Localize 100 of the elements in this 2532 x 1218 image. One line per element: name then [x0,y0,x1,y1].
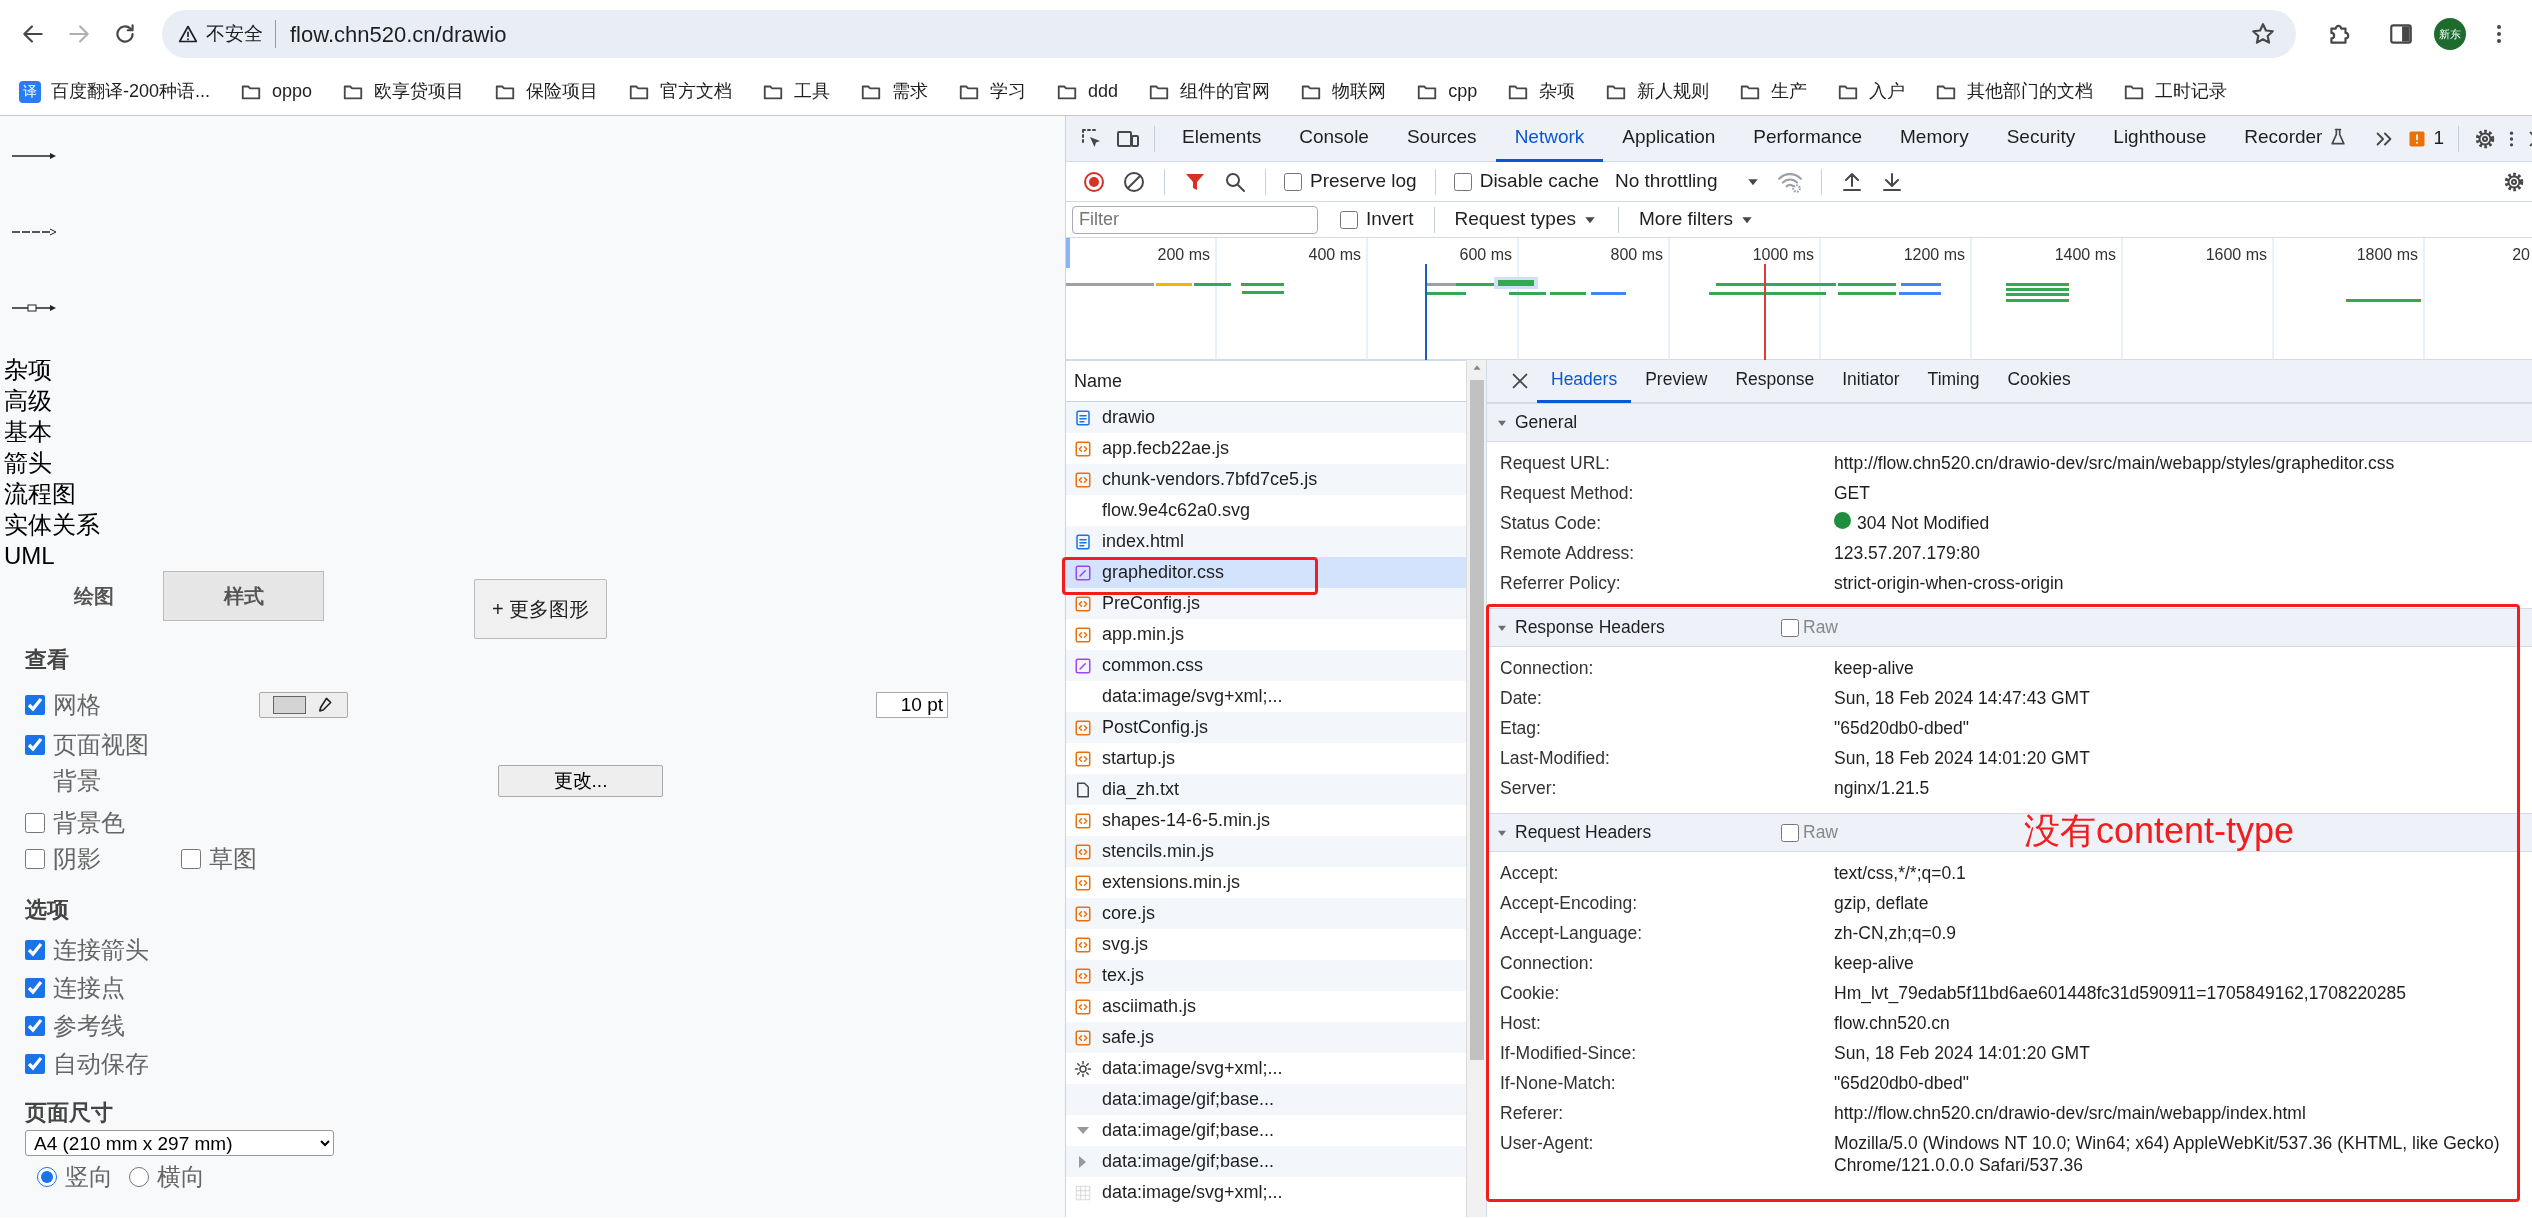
devtools-tab[interactable]: Security [1987,115,2095,162]
panel-tab[interactable]: 绘图 [25,571,163,621]
request-row[interactable]: data:image/svg+xml;... [1066,1053,1466,1084]
request-row[interactable]: PreConfig.js [1066,588,1466,619]
request-row[interactable]: data:image/gif;base... [1066,1115,1466,1146]
issues-button[interactable]: 1 [2401,120,2450,157]
library-title[interactable]: 高级 [0,385,52,416]
bookmark-item[interactable]: ddd [1043,74,1132,109]
bookmark-item[interactable]: 杂项 [1494,74,1589,109]
details-tab[interactable]: Response [1721,359,1829,403]
request-row[interactable]: svg.js [1066,929,1466,960]
security-label[interactable]: 不安全 [206,19,276,49]
devtools-tab[interactable]: Sources [1387,115,1496,162]
bookmark-item[interactable]: 组件的官网 [1135,74,1284,109]
checkbox[interactable] [25,939,45,960]
section-header-bar[interactable]: General [1487,403,2532,442]
request-row[interactable]: PostConfig.js [1066,712,1466,743]
request-row[interactable]: core.js [1066,898,1466,929]
change-background-button[interactable]: 更改... [498,765,663,798]
checkbox[interactable] [25,735,45,756]
library-title[interactable]: 实体关系 [0,509,100,540]
devtools-tab[interactable]: Performance [1734,115,1882,162]
connector-arrow-icon[interactable] [10,227,58,237]
checkbox[interactable] [1340,210,1358,229]
devtools-tab[interactable]: Memory [1881,115,1988,162]
more-shapes-button[interactable]: + 更多图形 [474,579,607,639]
bookmark-item[interactable]: 译 百度翻译-200种语... [6,74,224,109]
address-bar[interactable]: 不安全 flow.chn520.cn/drawio [162,10,2296,58]
request-row[interactable]: data:image/gif;base... [1066,1084,1466,1115]
grid-size-field[interactable]: 10 pt [876,692,948,719]
column-header[interactable]: Name [1066,360,1466,402]
range-handle[interactable] [1066,238,1070,268]
bookmark-item[interactable]: 欧享贷项目 [329,74,478,109]
library-title[interactable]: UML [0,540,55,571]
bookmark-item[interactable]: 新人规则 [1592,74,1723,109]
more-filters-dropdown[interactable]: More filters [1633,201,1761,238]
checkbox[interactable] [25,695,45,716]
bookmark-item[interactable]: 需求 [847,74,942,109]
request-row[interactable]: safe.js [1066,1022,1466,1053]
details-tab[interactable]: Timing [1913,359,1994,403]
request-row[interactable]: app.min.js [1066,619,1466,650]
raw-checkbox[interactable] [1781,618,1799,637]
devtools-tab[interactable]: Lighthouse [2094,115,2226,162]
request-row[interactable]: data:image/gif;base... [1066,1146,1466,1177]
request-row[interactable]: stencils.min.js [1066,836,1466,867]
request-row[interactable]: asciimath.js [1066,991,1466,1022]
request-row[interactable]: drawio [1066,402,1466,433]
bookmark-item[interactable]: 工具 [749,74,844,109]
library-title[interactable]: 杂项 [0,354,52,385]
devtools-tab[interactable]: Recorder [2225,115,2368,162]
bookmark-item[interactable]: 学习 [945,74,1040,109]
throttling-dropdown[interactable]: No throttling [1609,163,1768,200]
devtools-tab[interactable]: Elements [1163,115,1281,162]
library-title[interactable]: 基本 [0,416,52,447]
checkbox[interactable] [1284,172,1302,191]
bookmark-item[interactable]: 生产 [1726,74,1821,109]
request-row[interactable]: index.html [1066,526,1466,557]
checkbox[interactable] [25,1053,45,1074]
filter-field[interactable]: Filter [1072,205,1318,234]
details-tab[interactable]: Initiator [1828,359,1914,403]
request-types-dropdown[interactable]: Request types [1448,201,1604,238]
details-tab[interactable]: Cookies [1993,359,2085,403]
checkbox[interactable] [25,1015,45,1036]
bookmark-item[interactable]: 物联网 [1287,74,1400,109]
checkbox[interactable] [1453,172,1472,191]
profile-avatar[interactable]: 新东 [2434,18,2466,50]
bookmark-item[interactable]: 保险项目 [481,74,612,109]
request-row[interactable]: data:image/svg+xml;... [1066,681,1466,712]
bookmark-item[interactable]: 入户 [1824,74,1919,109]
request-row[interactable]: chunk-vendors.7bfd7ce5.js [1066,464,1466,495]
panel-tab[interactable]: 样式 [163,571,324,621]
devtools-tab[interactable]: Console [1280,115,1388,162]
devtools-tab[interactable]: Network [1495,115,1604,162]
connector-arrow-icon[interactable] [10,151,58,161]
bookmark-item[interactable]: 其他部门的文档 [1922,74,2107,109]
page-size-select[interactable]: A4 (210 mm x 297 mm) [25,1130,334,1157]
scrollbar[interactable] [1466,360,1486,1217]
request-row[interactable]: flow.9e4c62a0.svg [1066,495,1466,526]
request-row[interactable]: data:image/svg+xml;... [1066,1177,1466,1208]
checkbox[interactable] [25,977,45,998]
checkbox[interactable] [25,849,45,870]
request-row[interactable]: dia_zh.txt [1066,774,1466,805]
bookmark-item[interactable]: cpp [1403,74,1491,109]
details-tab[interactable]: Preview [1631,359,1722,403]
raw-checkbox[interactable] [1781,823,1799,842]
library-title[interactable]: 流程图 [0,478,76,509]
section-header-bar[interactable]: Response Headers Raw [1487,608,2532,647]
section-header-bar[interactable]: Request Headers Raw 没有content-type [1487,813,2532,852]
request-row[interactable]: common.css [1066,650,1466,681]
grid-color-button[interactable] [259,692,348,719]
request-row[interactable]: extensions.min.js [1066,867,1466,898]
connector-arrow-icon[interactable] [10,303,58,313]
request-row[interactable]: tex.js [1066,960,1466,991]
request-row[interactable]: grapheditor.css [1066,557,1466,588]
request-row[interactable]: app.fecb22ae.js [1066,433,1466,464]
bookmark-item[interactable]: 官方文档 [615,74,746,109]
devtools-tab[interactable]: Application [1603,115,1735,162]
request-row[interactable]: shapes-14-6-5.min.js [1066,805,1466,836]
checkbox[interactable] [181,849,201,870]
library-title[interactable]: 箭头 [0,447,52,478]
